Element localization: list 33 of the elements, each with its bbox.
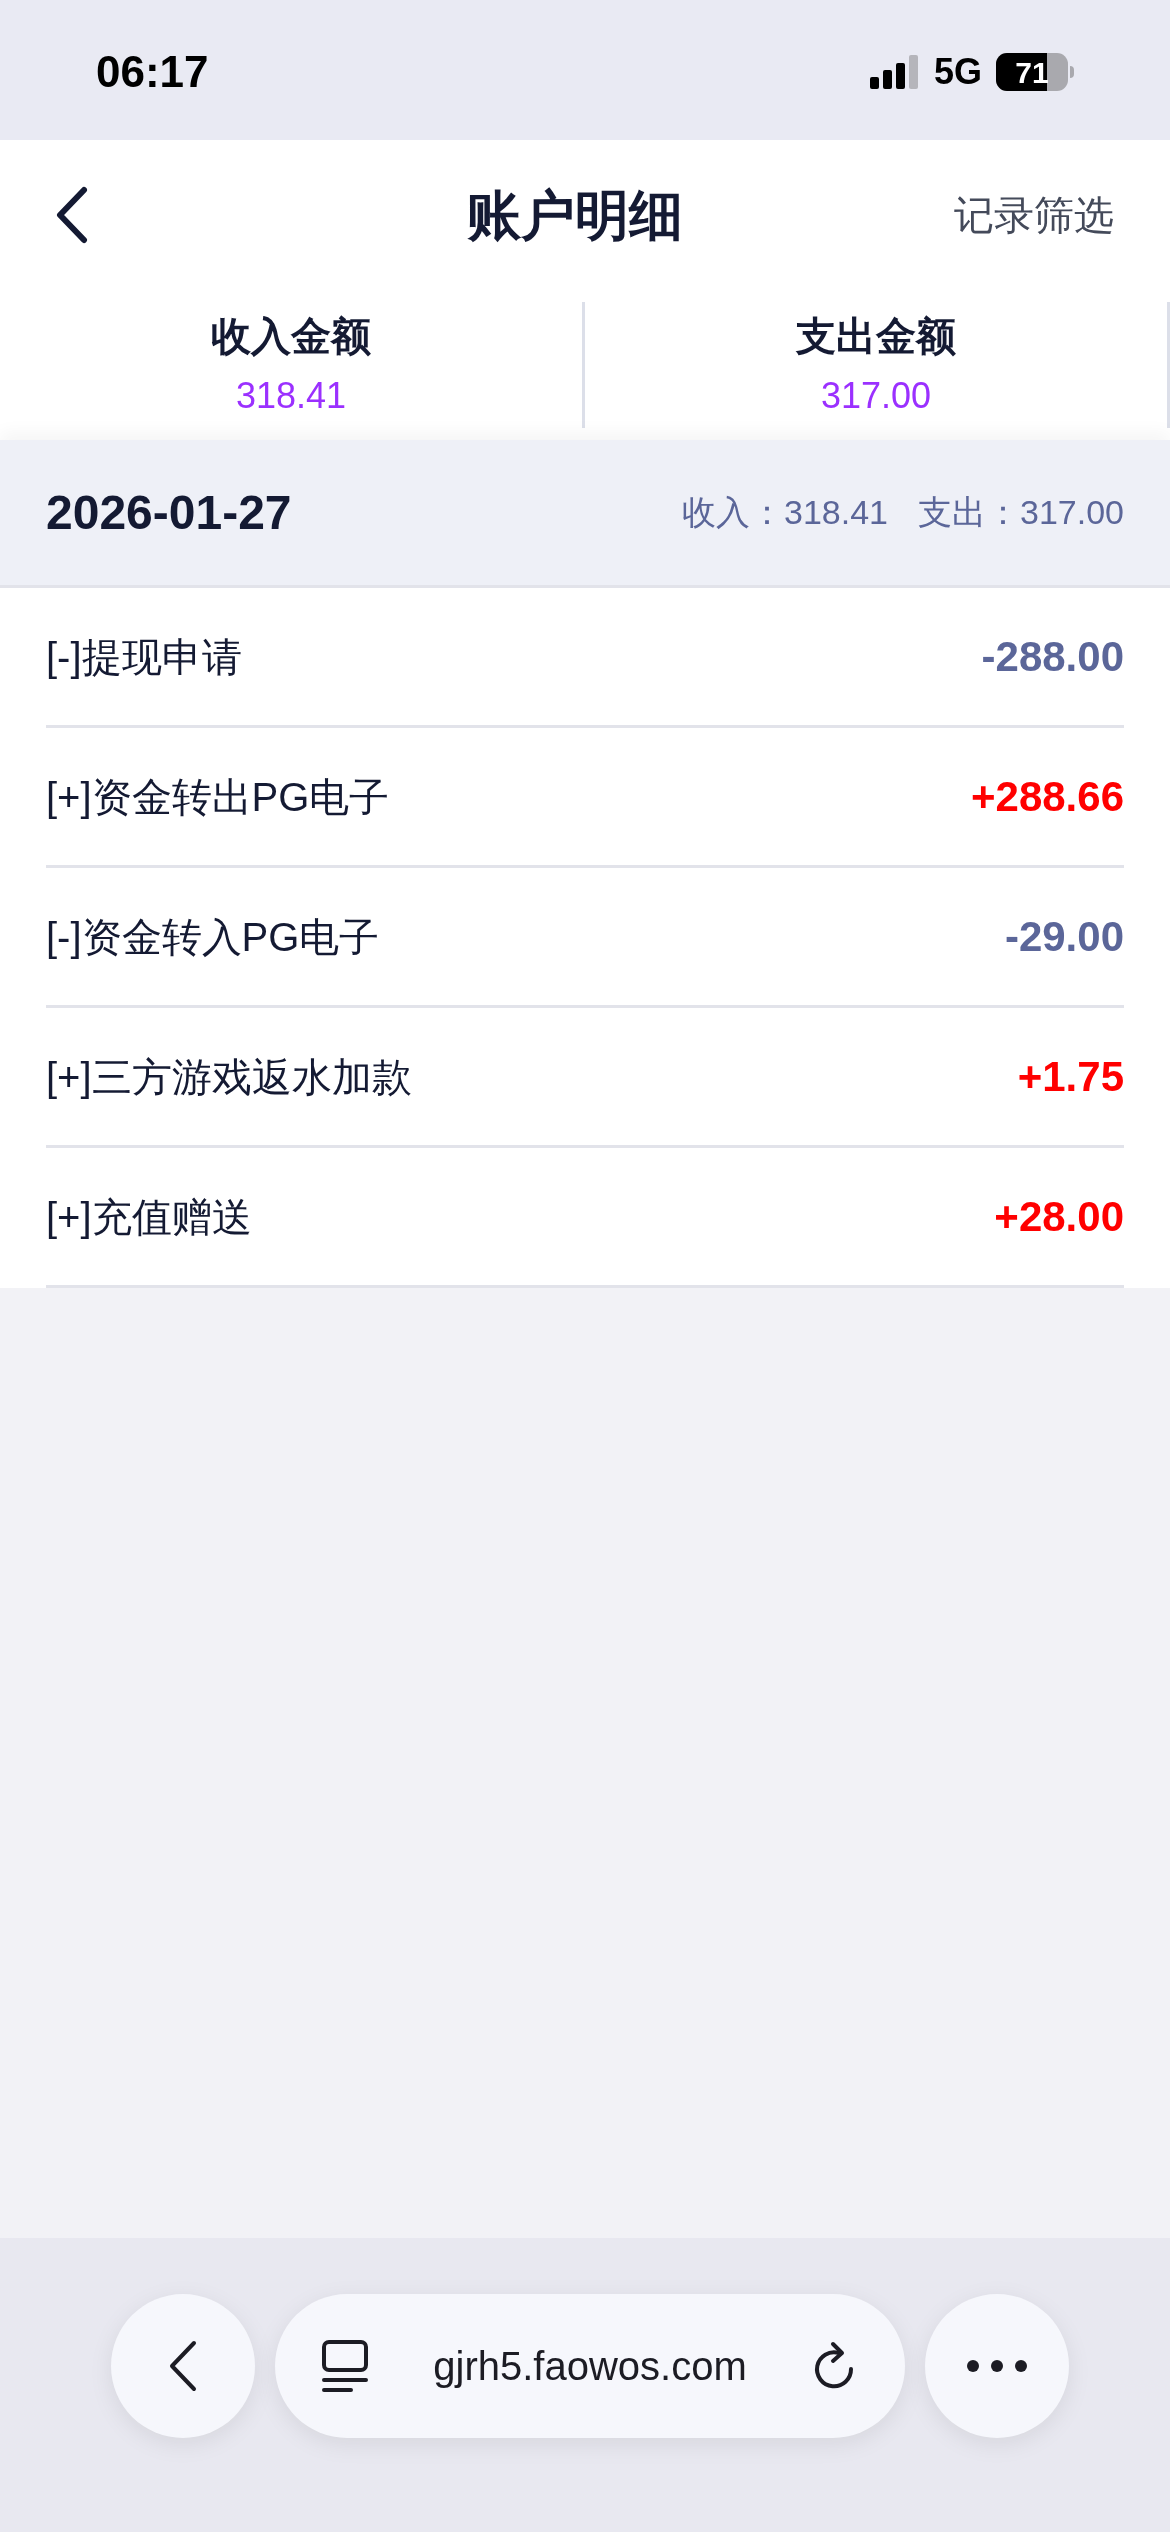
- address-bar[interactable]: gjrh5.faowos.com: [275, 2294, 905, 2438]
- page-menu-icon: [321, 2339, 369, 2393]
- record-amount: +28.00: [994, 1192, 1124, 1242]
- record-row[interactable]: [+]充值赠送 +28.00: [46, 1148, 1124, 1288]
- back-icon: [169, 2340, 197, 2392]
- back-icon: [56, 186, 88, 244]
- record-row[interactable]: [-]提现申请 -288.00: [46, 588, 1124, 728]
- day-expense: 支出：317.00: [918, 492, 1124, 533]
- summary-value: 318.41: [235, 378, 347, 414]
- network-label: 5G: [933, 50, 982, 94]
- page-title: 账户明细: [466, 183, 683, 247]
- summary-value: 317.00: [820, 378, 932, 414]
- url-text: gjrh5.faowos.com: [433, 2343, 747, 2390]
- record-title: [-]资金转入PG电子: [46, 913, 380, 961]
- record-amount: -288.00: [981, 632, 1124, 682]
- record-row[interactable]: [+]资金转出PG电子 +288.66: [46, 728, 1124, 868]
- record-title: [+]充值赠送: [46, 1193, 252, 1241]
- day-income: 收入：318.41: [682, 492, 888, 533]
- record-amount: +1.75: [1017, 1052, 1124, 1102]
- record-title: [-]提现申请: [46, 633, 242, 681]
- signal-icon: [869, 55, 920, 89]
- summary-label: 支出金额: [796, 316, 956, 356]
- status-time: 06:17: [96, 46, 209, 98]
- date-heading: 2026-01-27: [46, 484, 292, 541]
- more-icon: [966, 2359, 1028, 2373]
- record-row[interactable]: [-]资金转入PG电子 -29.00: [46, 868, 1124, 1008]
- record-amount: +288.66: [971, 772, 1124, 822]
- summary-label: 收入金额: [211, 316, 371, 356]
- record-amount: -29.00: [1004, 912, 1124, 962]
- filter-link[interactable]: 记录筛选: [954, 185, 1114, 245]
- record-title: [+]资金转出PG电子: [46, 773, 390, 821]
- record-row[interactable]: [+]三方游戏返水加款 +1.75: [46, 1008, 1124, 1148]
- record-title: [+]三方游戏返水加款: [46, 1053, 412, 1101]
